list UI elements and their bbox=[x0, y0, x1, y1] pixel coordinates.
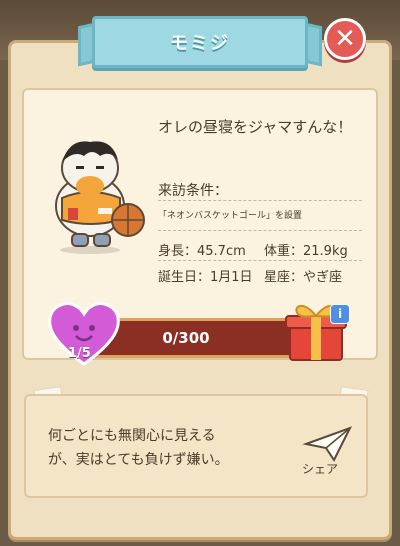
height-stat: 身長：45.7cm bbox=[158, 244, 246, 259]
visit-condition-label: 来訪条件： bbox=[158, 183, 228, 199]
title-ribbon: モミジ bbox=[92, 16, 308, 68]
divider bbox=[158, 230, 362, 232]
divider bbox=[158, 200, 362, 202]
close-icon: ✕ bbox=[334, 24, 356, 54]
close-button[interactable]: ✕ bbox=[324, 18, 366, 60]
weight-stat: 体重：21.9kg bbox=[264, 244, 348, 259]
character-name: モミジ bbox=[170, 33, 230, 54]
character-quote: オレの昼寝をジャマすんな！ bbox=[158, 118, 353, 136]
divider bbox=[158, 260, 362, 262]
description-line-1: 何ごとにも無関心に見える bbox=[48, 428, 216, 444]
visit-condition-text: 「ネオンバスケットゴール」を設置 bbox=[158, 211, 303, 221]
description-line-2: が、実はとても負けず嫌い。 bbox=[48, 452, 229, 468]
constellation-stat: 星座：やぎ座 bbox=[264, 270, 343, 285]
character-illustration bbox=[55, 141, 145, 254]
character-description: 何ごとにも無関心に見える が、実はとても負けず嫌い。 bbox=[48, 424, 278, 472]
birthday-stat: 誕生日：1月1日 bbox=[158, 270, 253, 285]
friendship-level: 1/5 bbox=[68, 346, 91, 361]
share-label: シェア bbox=[302, 462, 339, 476]
paper-plane-icon bbox=[302, 426, 353, 462]
info-button[interactable]: i bbox=[330, 304, 350, 324]
